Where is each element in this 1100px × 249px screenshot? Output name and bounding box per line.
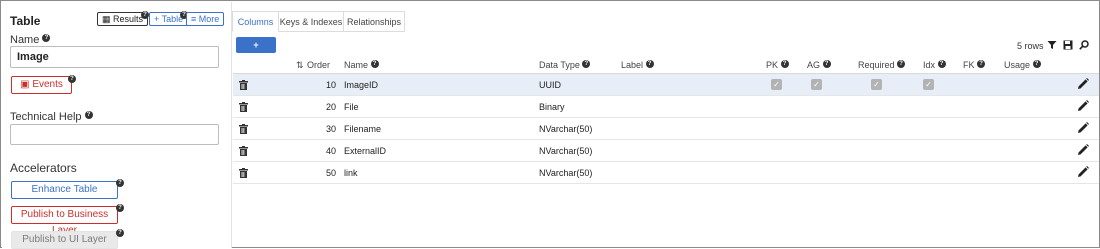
- header-order-text: Order: [307, 60, 331, 70]
- table-icon: ▦: [102, 14, 111, 24]
- name-cell: link: [344, 168, 358, 178]
- pk-checkbox[interactable]: ✓: [771, 79, 782, 90]
- help-icon[interactable]: ?: [1032, 60, 1041, 68]
- app-frame: Table ▦ Results ? + Table ? ≡ More Name …: [0, 0, 1100, 249]
- help-icon[interactable]: ?: [84, 111, 93, 119]
- header-usage-text: Usage: [1004, 60, 1031, 70]
- filter-icon[interactable]: [1047, 40, 1057, 50]
- results-label: Results: [113, 14, 144, 24]
- pencil-icon[interactable]: [1077, 122, 1089, 134]
- order-cell: 50: [325, 168, 336, 178]
- header-idx-text: Idx: [923, 60, 936, 70]
- help-icon[interactable]: ?: [780, 60, 789, 68]
- help-icon[interactable]: ?: [116, 204, 124, 212]
- data-type-cell: Binary: [539, 102, 565, 112]
- enhance-table-button[interactable]: Enhance Table: [11, 181, 118, 199]
- order-cell: 40: [325, 146, 336, 156]
- help-icon[interactable]: ?: [582, 60, 591, 68]
- name-label: Name ?: [10, 34, 51, 46]
- header-usage: Usage ?: [1004, 60, 1041, 70]
- tab-columns[interactable]: Columns: [232, 11, 279, 32]
- help-icon[interactable]: ?: [116, 229, 124, 237]
- technical-help-label-text: Technical Help: [10, 111, 82, 123]
- data-type-cell: NVarchar(50): [539, 124, 593, 134]
- required-checkbox[interactable]: ✓: [871, 79, 882, 90]
- order-cell: 10: [325, 80, 336, 90]
- table-row[interactable]: 30 Filename NVarchar(50): [233, 118, 1099, 140]
- header-name-text: Name: [344, 60, 369, 70]
- table-row[interactable]: 10 ImageID UUID ✓ ✓ ✓ ✓: [233, 74, 1099, 96]
- table-row[interactable]: 50 link NVarchar(50): [233, 162, 1099, 184]
- help-icon[interactable]: ?: [897, 60, 906, 68]
- name-cell: ExternalID: [344, 146, 387, 156]
- header-label-text: Label: [621, 60, 644, 70]
- help-icon[interactable]: ?: [645, 60, 654, 68]
- idx-checkbox[interactable]: ✓: [923, 79, 934, 90]
- publish-business-layer-button[interactable]: Publish to Business Layer: [11, 206, 118, 236]
- row-count: 5 rows: [1017, 41, 1044, 51]
- table-properties-panel: Table ▦ Results ? + Table ? ≡ More Name …: [2, 2, 232, 249]
- pencil-icon[interactable]: [1077, 166, 1089, 178]
- events-label: Events: [32, 79, 63, 90]
- search-icon[interactable]: [1079, 40, 1089, 50]
- help-icon[interactable]: ?: [977, 60, 986, 68]
- help-icon[interactable]: ?: [822, 60, 831, 68]
- publish-ui-layer-button[interactable]: Publish to UI Layer: [11, 231, 118, 249]
- panel-title: Table: [10, 14, 41, 28]
- header-pk-text: PK: [766, 60, 779, 70]
- header-fk: FK ?: [963, 60, 986, 70]
- header-required-text: Required: [858, 60, 895, 70]
- name-cell: Filename: [344, 124, 382, 134]
- pencil-icon[interactable]: [1077, 144, 1089, 156]
- sort-icon[interactable]: ⇅: [296, 60, 304, 71]
- help-icon[interactable]: ?: [42, 34, 51, 42]
- grid-header: ⇅ Order Name ? Data Type ? Label ? PK ? …: [233, 56, 1099, 74]
- help-icon[interactable]: ?: [937, 60, 946, 68]
- header-pk: PK ?: [766, 60, 789, 70]
- help-icon[interactable]: ?: [370, 60, 379, 68]
- order-cell: 30: [325, 124, 336, 134]
- tab-keys-indexes[interactable]: Keys & Indexes: [278, 11, 344, 32]
- name-cell: File: [344, 102, 359, 112]
- header-ag: AG ?: [807, 60, 831, 70]
- help-icon[interactable]: ?: [141, 11, 149, 19]
- header-required: Required ?: [858, 60, 906, 70]
- ag-checkbox[interactable]: ✓: [811, 79, 822, 90]
- header-fk-text: FK: [963, 60, 975, 70]
- add-column-button[interactable]: + Column: [236, 37, 276, 66]
- name-cell: ImageID: [344, 80, 379, 90]
- name-input[interactable]: Image: [10, 46, 219, 68]
- header-name: Name ?: [344, 60, 379, 70]
- header-label: Label ?: [621, 60, 654, 70]
- technical-help-input[interactable]: [10, 124, 219, 145]
- header-order[interactable]: Order: [307, 60, 330, 70]
- order-cell: 20: [325, 102, 336, 112]
- tab-relationships[interactable]: Relationships: [343, 11, 405, 32]
- header-ag-text: AG: [807, 60, 821, 70]
- pencil-icon[interactable]: [1077, 78, 1089, 90]
- table-row[interactable]: 20 File Binary: [233, 96, 1099, 118]
- accelerators-title: Accelerators: [10, 161, 77, 175]
- briefcase-icon: ▣: [20, 79, 30, 90]
- header-data-type: Data Type ?: [539, 60, 591, 70]
- pencil-icon[interactable]: [1077, 100, 1089, 112]
- help-icon[interactable]: ?: [116, 179, 124, 187]
- data-type-cell: NVarchar(50): [539, 146, 593, 156]
- data-type-cell: UUID: [539, 80, 561, 90]
- help-icon[interactable]: ?: [68, 75, 76, 83]
- technical-help-label: Technical Help ?: [10, 111, 93, 123]
- save-icon[interactable]: [1063, 40, 1073, 50]
- more-button[interactable]: ≡ More: [186, 12, 225, 26]
- name-label-text: Name: [10, 34, 40, 46]
- table-row[interactable]: 40 ExternalID NVarchar(50): [233, 140, 1099, 162]
- events-button[interactable]: ▣ Events: [11, 76, 72, 94]
- header-data-type-text: Data Type: [539, 60, 580, 70]
- header-idx: Idx ?: [923, 60, 946, 70]
- data-type-cell: NVarchar(50): [539, 168, 593, 178]
